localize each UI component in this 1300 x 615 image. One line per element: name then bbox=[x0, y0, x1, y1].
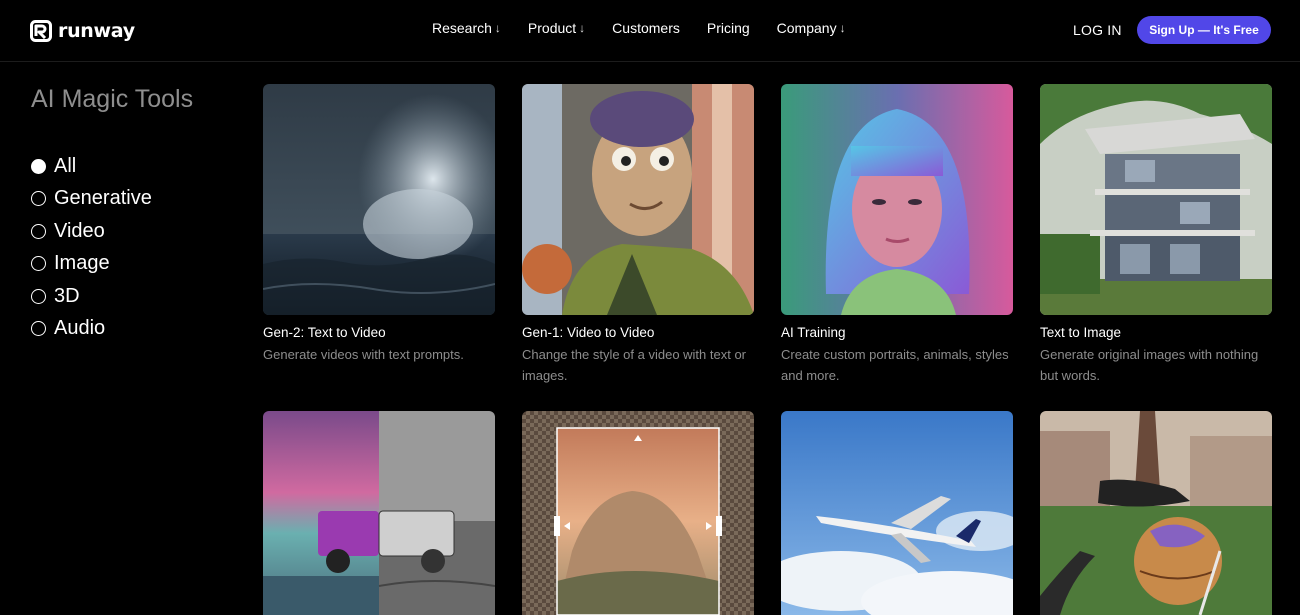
card-thumbnail-soccer-ball bbox=[1040, 411, 1272, 615]
nav-pricing[interactable]: Pricing bbox=[707, 20, 750, 36]
filter-label: Audio bbox=[54, 317, 106, 340]
nav-label: Product bbox=[527, 20, 577, 36]
filter-label: All bbox=[54, 154, 77, 177]
brand-name: runway bbox=[58, 20, 135, 42]
filter-generative[interactable]: Generative bbox=[31, 183, 152, 216]
arrow-down-icon: ↓ bbox=[839, 21, 846, 35]
arrow-down-icon: ↓ bbox=[579, 21, 586, 35]
card-description: Generate original images with nothing bu… bbox=[1040, 347, 1259, 383]
radio-icon bbox=[31, 321, 46, 337]
nav-label: Company bbox=[776, 20, 837, 36]
card-title: Text to Image bbox=[1040, 325, 1122, 340]
filter-audio[interactable]: Audio bbox=[31, 313, 152, 346]
tool-card-text-to-image[interactable]: Text to Image Generate original images w… bbox=[1040, 84, 1272, 386]
filter-label: Video bbox=[54, 219, 105, 242]
page-title: AI Magic Tools bbox=[31, 85, 194, 113]
radio-icon bbox=[31, 223, 46, 239]
arrow-down-icon: ↓ bbox=[494, 21, 501, 35]
filter-image[interactable]: Image bbox=[31, 248, 152, 281]
nav-label: Research bbox=[432, 20, 492, 36]
card-thumbnail-airplane bbox=[781, 411, 1013, 615]
card-description: Generate videos with text prompts. bbox=[263, 347, 464, 362]
card-description: Change the style of a video with text or… bbox=[522, 347, 747, 383]
tool-card-expand-image[interactable] bbox=[522, 411, 754, 615]
tool-card-ai-training[interactable]: AI Training Create custom portraits, ani… bbox=[781, 84, 1013, 386]
tool-card-jeep[interactable] bbox=[263, 411, 495, 615]
signup-button[interactable]: Sign Up — It's Free bbox=[1137, 16, 1271, 44]
card-thumbnail-cartoon-character bbox=[522, 84, 754, 315]
login-link[interactable]: LOG IN bbox=[1073, 22, 1122, 38]
main-nav: Research ↓ Product ↓ Customers Pricing C… bbox=[432, 20, 846, 36]
filter-label: Image bbox=[54, 252, 110, 275]
card-thumbnail-ocean-wave bbox=[263, 84, 495, 315]
card-thumbnail-portrait bbox=[781, 84, 1013, 315]
nav-research[interactable]: Research ↓ bbox=[432, 20, 501, 36]
site-header: runway Research ↓ Product ↓ Customers Pr… bbox=[0, 0, 1300, 62]
filter-3d[interactable]: 3D bbox=[31, 280, 152, 313]
card-thumbnail-modern-house bbox=[1040, 84, 1272, 315]
tool-card-airplane[interactable] bbox=[781, 411, 1013, 615]
tool-card-gen2[interactable]: Gen-2: Text to Video Generate videos wit… bbox=[263, 84, 495, 366]
filter-label: 3D bbox=[54, 284, 80, 307]
card-description: Create custom portraits, animals, styles… bbox=[781, 347, 1009, 383]
radio-icon bbox=[31, 288, 46, 304]
card-thumbnail-jeep-split bbox=[263, 411, 495, 615]
card-title: Gen-2: Text to Video bbox=[263, 325, 386, 340]
card-title: AI Training bbox=[781, 325, 846, 340]
brand-logo[interactable]: runway bbox=[30, 18, 135, 44]
nav-label: Pricing bbox=[706, 20, 750, 36]
nav-company[interactable]: Company ↓ bbox=[777, 20, 846, 36]
radio-selected-icon bbox=[31, 158, 46, 174]
card-title: Gen-1: Video to Video bbox=[522, 325, 655, 340]
nav-product[interactable]: Product ↓ bbox=[528, 20, 585, 36]
runway-logo-icon bbox=[30, 20, 52, 42]
nav-customers[interactable]: Customers bbox=[612, 20, 680, 36]
card-thumbnail-rock-outpaint bbox=[522, 411, 754, 615]
tool-card-soccer[interactable] bbox=[1040, 411, 1272, 615]
filter-all[interactable]: All bbox=[31, 150, 152, 183]
radio-icon bbox=[31, 256, 46, 272]
category-filter-list: All Generative Video Image 3D Audio bbox=[31, 150, 152, 345]
filter-label: Generative bbox=[54, 187, 152, 210]
radio-icon bbox=[31, 191, 46, 207]
filter-video[interactable]: Video bbox=[31, 215, 152, 248]
tool-card-gen1[interactable]: Gen-1: Video to Video Change the style o… bbox=[522, 84, 754, 386]
nav-label: Customers bbox=[612, 20, 680, 36]
